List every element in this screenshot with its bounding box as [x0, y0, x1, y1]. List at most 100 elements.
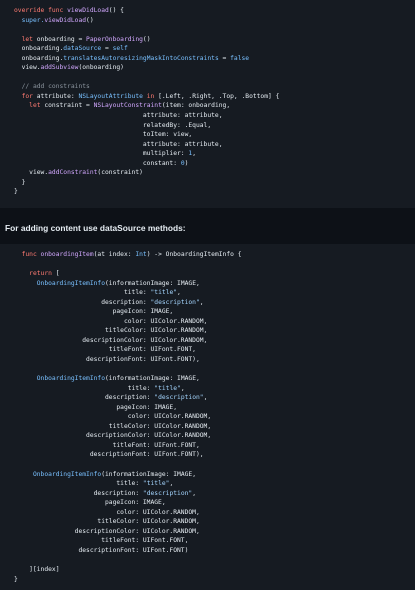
- code-token: self: [112, 45, 128, 53]
- code-token: NSLayoutAttribute: [78, 92, 143, 100]
- code-token: titleFont: UIFont.FONT,: [14, 537, 189, 545]
- code-token: addConstraint: [48, 169, 98, 177]
- code-token: titleColor: UIColor.RANDOM,: [14, 327, 208, 335]
- code-token: constraint =: [44, 102, 94, 110]
- code-token: (informationImage: IMAGE,: [101, 470, 196, 478]
- code-token: dataSource: [63, 45, 102, 53]
- code-token: onboarding.: [14, 54, 64, 62]
- code-token: NSLayoutConstraint: [93, 102, 162, 110]
- code-token: ,: [199, 298, 204, 306]
- code-token: constant:: [14, 159, 181, 167]
- code-token: OnboardingItemInfo: [14, 375, 105, 383]
- code-line: description: "description",: [14, 394, 207, 401]
- code-token: "title": [154, 384, 181, 392]
- code-token: "title": [150, 289, 178, 297]
- code-token: let: [14, 102, 45, 110]
- code-token: pageIcon: IMAGE,: [14, 499, 166, 507]
- code-token: descriptionFont: UIFont.FONT),: [14, 356, 200, 364]
- code-line: toItem: view,: [14, 131, 192, 138]
- code-token: viewDidLoad: [44, 16, 87, 24]
- code-token: view.: [14, 64, 41, 72]
- code-line: onboarding.translatesAutoresizingMaskInt…: [14, 54, 250, 62]
- datasource-instructions-text: For adding content use dataSource method…: [5, 223, 186, 233]
- code-line: let constraint = NSLayoutConstraint(item…: [14, 102, 230, 109]
- code-token: toItem: view,: [14, 131, 193, 139]
- code-line: view.addSubview(onboarding): [14, 64, 124, 71]
- code-token: super.: [14, 16, 45, 24]
- code-token: pageIcon: IMAGE,: [14, 403, 178, 411]
- code-token: onboardingItem: [40, 251, 94, 258]
- code-token: descriptionFont: UIFont.FONT): [14, 546, 189, 554]
- code-line: return [: [14, 270, 60, 278]
- code-token: "description": [150, 298, 200, 306]
- code-token: addSubview: [40, 64, 79, 72]
- code-token: in: [142, 92, 159, 100]
- code-line: view.addConstraint(constraint): [14, 169, 143, 176]
- code-token: titleColor: UIColor.RANDOM,: [14, 518, 200, 526]
- code-token: ,: [177, 289, 181, 297]
- code-token: [.Left, .Right, .Top, .Bottom] {: [158, 92, 280, 100]
- code-line: pageIcon: IMAGE,: [14, 308, 174, 316]
- code-token: () {: [108, 7, 124, 14]
- code-token: descriptionColor: UIColor.RANDOM,: [14, 527, 200, 535]
- code-token: (): [86, 16, 94, 24]
- code-line: descriptionFont: UIFont.FONT),: [14, 356, 200, 363]
- code-line: title: "title",: [14, 289, 181, 296]
- code-token: }: [14, 575, 18, 583]
- code-token: multiplier:: [14, 150, 189, 158]
- code-line: titleColor: UIColor.RANDOM,: [14, 327, 207, 334]
- code-line: descriptionColor: UIColor.RANDOM,: [14, 337, 207, 344]
- code-line: // add constraints: [14, 83, 90, 90]
- code-token: override func: [14, 7, 68, 14]
- code-token: (item: onboarding,: [161, 102, 231, 110]
- code-line: }: [14, 179, 26, 186]
- code-line: OnboardingItemInfo(informationImage: IMA…: [14, 280, 200, 287]
- code-token: false: [230, 54, 250, 62]
- code-token: [: [55, 270, 60, 278]
- code-token: ][index]: [14, 566, 60, 574]
- code-token: description:: [14, 394, 155, 402]
- code-token: ,: [180, 384, 185, 392]
- code-token: ,: [192, 489, 196, 497]
- code-line: titleColor: UIColor.RANDOM,: [14, 518, 200, 526]
- code-line: pageIcon: IMAGE,: [14, 404, 177, 411]
- code-token: descriptionColor: UIColor.RANDOM,: [14, 336, 208, 344]
- code-token: =: [101, 45, 113, 53]
- code-token: }: [14, 188, 18, 196]
- code-token: pageIcon: IMAGE,: [14, 308, 174, 316]
- code-token: title:: [14, 289, 151, 297]
- code-token: color: UIColor.RANDOM,: [14, 413, 212, 421]
- code-token: titleFont: UIFont.FONT,: [14, 441, 200, 449]
- code-token: PaperOnboarding: [86, 35, 143, 43]
- code-token: onboarding.: [14, 45, 64, 53]
- code-line: description: "description",: [14, 490, 196, 497]
- code-token: (informationImage: IMAGE,: [105, 279, 200, 287]
- code-line: titleFont: UIFont.FONT,: [14, 442, 200, 449]
- code-token: "description": [142, 489, 193, 497]
- code-line: descriptionFont: UIFont.FONT): [14, 547, 188, 554]
- code-token: attribute:: [36, 92, 79, 100]
- code-block-view-did-load: override func viewDidLoad () { super. view…: [0, 0, 415, 208]
- code-token: // add constraints: [14, 83, 90, 91]
- code-line: let onboarding = PaperOnboarding(): [14, 36, 151, 43]
- code-token: for: [14, 92, 37, 100]
- code-token: title:: [14, 480, 143, 488]
- code-token: titleFont: UIFont.FONT,: [14, 346, 196, 354]
- code-token: color: UIColor.RANDOM,: [14, 317, 208, 325]
- code-line: func onboardingItem(at index: Int) -> On…: [14, 251, 242, 258]
- code-token: ,: [192, 150, 196, 158]
- code-line: relatedBy: .Equal,: [14, 122, 211, 129]
- code-token: (onboarding): [78, 64, 124, 72]
- code-line: title: "title",: [14, 480, 173, 487]
- code-line: title: "title",: [14, 385, 185, 392]
- code-token: (constraint): [97, 169, 143, 177]
- code-token: description:: [14, 298, 151, 306]
- code-token: description:: [14, 489, 143, 497]
- code-token: "description": [154, 394, 204, 402]
- code-token: (): [142, 35, 151, 43]
- code-line: titleColor: UIColor.RANDOM,: [14, 423, 211, 430]
- code-token: func: [14, 251, 41, 258]
- code-line: for attribute: NSLayoutAttribute in [.Le…: [14, 92, 280, 100]
- code-token: "title": [142, 480, 170, 488]
- code-text-view-did-load: override func viewDidLoad () { super. view…: [14, 6, 279, 197]
